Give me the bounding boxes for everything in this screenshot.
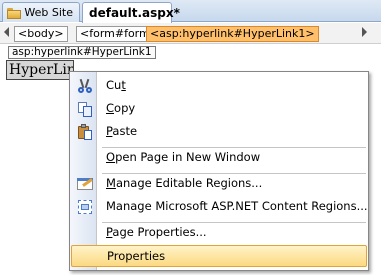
menu-item-manage-content-regions[interactable]: Manage Microsoft ASP.NET Content Regions… — [71, 196, 368, 218]
document-tabbar: Web Site default.aspx* — [0, 0, 381, 23]
hyperlink-control[interactable]: HyperLink1 — [6, 60, 74, 80]
menu-item-label: Copy — [106, 101, 136, 115]
folder-icon — [7, 7, 21, 19]
scroll-left-arrow-icon[interactable] — [4, 27, 9, 37]
copy-icon — [77, 101, 93, 117]
menu-item-copy[interactable]: Copy — [71, 98, 367, 120]
tag-body[interactable]: <body> — [14, 26, 68, 42]
context-menu: Cut Copy Paste Open Page in New Window M… — [69, 71, 369, 271]
content-region-icon — [77, 199, 93, 215]
tab-label: Web Site — [24, 6, 73, 19]
paste-icon — [77, 124, 93, 140]
tab-web-site[interactable]: Web Site — [2, 2, 80, 22]
edit-region-icon — [77, 176, 93, 192]
menu-item-open-page-new-window[interactable]: Open Page in New Window — [71, 147, 367, 169]
menu-item-label: Open Page in New Window — [106, 150, 261, 164]
menu-item-label: Page Properties... — [106, 225, 207, 239]
tab-default-aspx[interactable]: default.aspx* — [82, 2, 180, 23]
scroll-right-arrow-icon[interactable] — [362, 27, 367, 37]
tab-label: default.aspx* — [89, 6, 180, 20]
menu-item-page-properties[interactable]: Page Properties... — [71, 222, 367, 244]
menu-item-cut[interactable]: Cut — [71, 75, 367, 97]
menu-item-label: Manage Editable Regions... — [106, 176, 263, 190]
menu-item-manage-editable-regions[interactable]: Manage Editable Regions... — [71, 173, 367, 195]
quick-tag-selector: <body> <form#form1> <asp:hyperlink#Hyper… — [0, 23, 381, 44]
menu-item-label: Paste — [106, 124, 138, 138]
scissors-icon — [77, 78, 93, 94]
tag-hyperlink-selected[interactable]: <asp:hyperlink#HyperLink1> — [146, 26, 319, 42]
menu-item-label: Properties — [107, 249, 166, 263]
control-tag-label: asp:hyperlink#HyperLink1 — [8, 46, 156, 59]
menu-item-properties[interactable]: Properties — [71, 245, 367, 267]
menu-item-label: Cut — [106, 78, 126, 92]
menu-item-label: Manage Microsoft ASP.NET Content Regions… — [106, 199, 368, 213]
menu-item-paste[interactable]: Paste — [71, 121, 367, 143]
